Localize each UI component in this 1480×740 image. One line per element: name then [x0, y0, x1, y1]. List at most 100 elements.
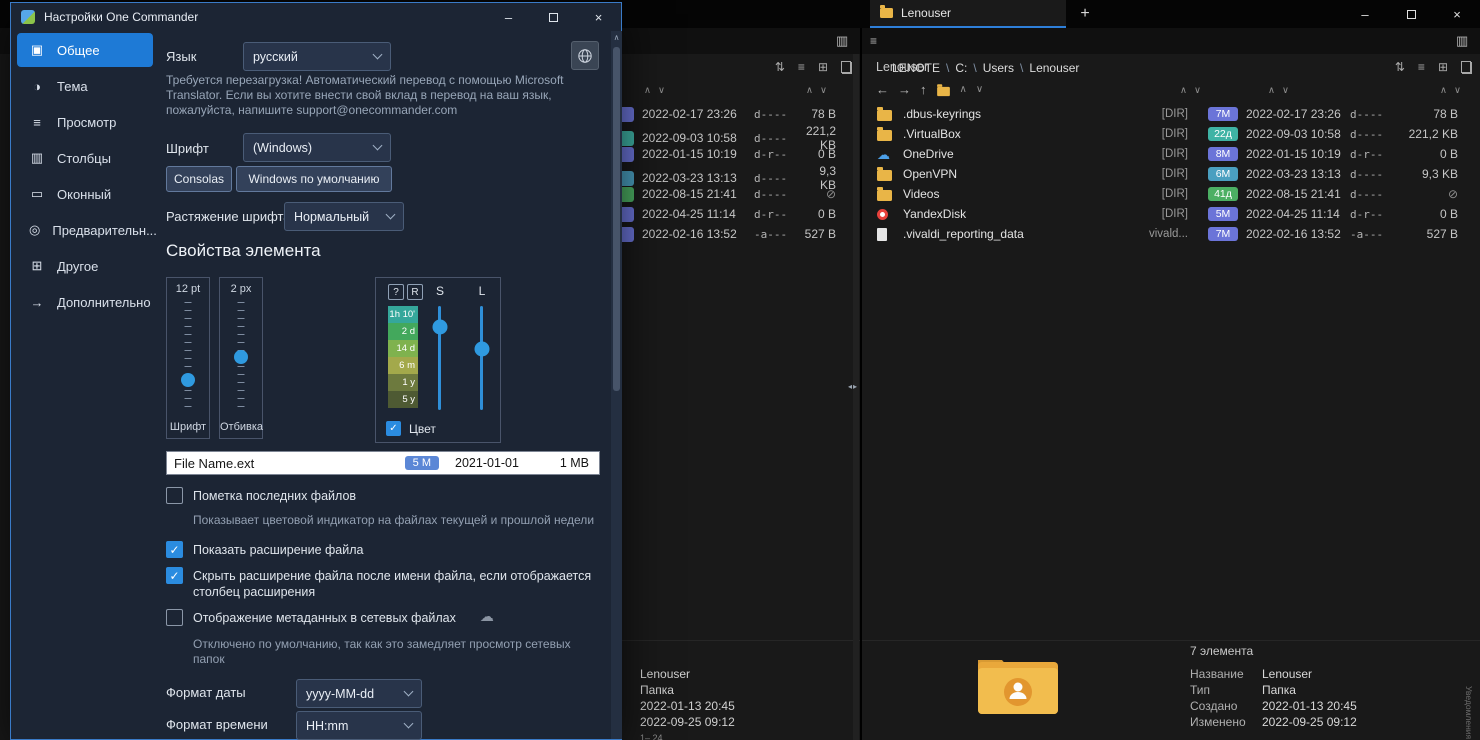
view-options-icon[interactable]: ≡ [1418, 60, 1425, 74]
sort-asc-icon[interactable]: ∧ [960, 84, 967, 95]
file-size: 0 B [1398, 147, 1458, 161]
tab-lenouser[interactable]: Lenouser [870, 0, 1066, 28]
copy-path-icon[interactable] [1461, 61, 1472, 74]
maximize-button[interactable] [1388, 0, 1434, 28]
help-button[interactable]: ? [388, 284, 404, 300]
consolas-button[interactable]: Consolas [166, 166, 232, 192]
breadcrumb-item[interactable]: C: [955, 61, 967, 75]
sort-asc-icon[interactable]: ∧ [1180, 85, 1187, 96]
time-format-dropdown[interactable]: HH:mm [296, 711, 422, 740]
language-dropdown[interactable]: русский [243, 42, 391, 71]
pane-divider-grip[interactable]: ◂ ▸ [848, 382, 857, 391]
columns-icon[interactable]: ▥ [836, 33, 848, 49]
saturation-label: S [432, 284, 448, 298]
translate-button[interactable] [571, 41, 599, 70]
mark-recent-files-checkbox[interactable] [166, 487, 183, 504]
sort-asc-icon[interactable]: ∧ [644, 85, 651, 96]
show-extension-checkbox[interactable] [166, 541, 183, 558]
detail-key: Создано [1190, 699, 1262, 713]
notifications-label[interactable]: Уведомления [1464, 686, 1474, 739]
sort-asc-icon[interactable]: ∧ [1440, 85, 1447, 96]
scroll-up-icon[interactable]: ∧ [611, 33, 622, 42]
file-row[interactable]: .vivaldi_reporting_data vivald... 7М 202… [862, 224, 1472, 244]
file-row[interactable]: YandexDisk [DIR] 5М 2022-04-25 11:14 d-r… [862, 204, 1472, 224]
settings-window: Настройки One Commander – × ▣ Общее ◑ Те… [10, 2, 622, 740]
copy-path-icon[interactable] [841, 61, 852, 74]
sidebar-item-view[interactable]: ≡ Просмотр [17, 105, 153, 139]
file-size: 527 B [800, 227, 836, 241]
sort-icon[interactable]: ⇅ [1395, 60, 1405, 74]
add-pane-icon[interactable]: ⊞ [818, 60, 828, 74]
breadcrumb-item[interactable]: Lenouser [1029, 61, 1079, 75]
sort-desc-icon[interactable]: ∨ [1454, 85, 1461, 96]
file-attrs: d---- [754, 132, 792, 145]
view-options-icon[interactable]: ≡ [798, 60, 805, 74]
recent-locations-icon[interactable]: ≡ [870, 34, 877, 48]
close-button[interactable]: × [576, 3, 621, 31]
sort-desc-icon[interactable]: ∨ [976, 84, 983, 95]
network-metadata-checkbox[interactable] [166, 609, 183, 626]
font-size-slider-thumb[interactable] [181, 373, 195, 387]
pane-divider[interactable] [860, 28, 862, 740]
reset-button[interactable]: R [407, 284, 423, 300]
file-row[interactable]: Videos [DIR] 41д 2022-08-15 21:41 d---- … [862, 184, 1472, 204]
file-row[interactable]: .VirtualBox [DIR] 22д 2022-09-03 10:58 d… [862, 124, 1472, 144]
file-row[interactable]: 2022-04-25 11:14 d-r-- 0 B [620, 204, 860, 224]
folder-tree-icon[interactable] [937, 86, 950, 95]
maximize-button[interactable] [531, 3, 576, 31]
file-type: [DIR] [1130, 128, 1188, 140]
breadcrumb-item[interactable]: Users [983, 61, 1014, 75]
forward-icon[interactable]: → [898, 82, 911, 97]
windows-default-button[interactable]: Windows по умолчанию [236, 166, 392, 192]
sort-asc-icon[interactable]: ∧ [1268, 85, 1275, 96]
date-format-dropdown[interactable]: yyyy-MM-dd [296, 679, 422, 708]
file-row[interactable]: 2022-01-15 10:19 d-r-- 0 B [620, 144, 860, 164]
sidebar-item-window[interactable]: ▭ Оконный [17, 177, 153, 211]
sidebar-item-other[interactable]: ⊞ Другое [17, 249, 153, 283]
up-icon[interactable]: ↑ [920, 82, 927, 97]
yandex-disk-icon [877, 209, 888, 220]
saturation-slider-thumb[interactable] [432, 320, 447, 335]
luminance-slider[interactable] [480, 306, 483, 410]
minimize-button[interactable]: – [1342, 0, 1388, 28]
font-dropdown[interactable]: (Windows) [243, 133, 391, 162]
left-pane-scrollbar[interactable] [853, 54, 859, 740]
sidebar-item-advanced[interactable]: → Дополнительно [17, 285, 153, 319]
sidebar-item-theme[interactable]: ◑ Тема [17, 69, 153, 103]
minimize-button[interactable]: – [486, 3, 531, 31]
file-row[interactable]: 2022-02-17 23:26 d---- 78 B [620, 104, 860, 124]
file-row[interactable]: ☁ OneDrive [DIR] 8М 2022-01-15 10:19 d-r… [862, 144, 1472, 164]
sort-desc-icon[interactable]: ∨ [658, 85, 665, 96]
sidebar-item-columns[interactable]: ▥ Столбцы [17, 141, 153, 175]
settings-scrollbar-thumb[interactable] [613, 47, 620, 391]
add-pane-icon[interactable]: ⊞ [1438, 60, 1448, 74]
file-row[interactable]: OpenVPN [DIR] 6М 2022-03-23 13:13 d---- … [862, 164, 1472, 184]
file-row[interactable]: 2022-02-16 13:52 -a--- 527 B [620, 224, 860, 244]
columns-icon[interactable]: ▥ [1456, 33, 1468, 49]
right-file-list: .dbus-keyrings [DIR] 7М 2022-02-17 23:26… [862, 104, 1472, 244]
language-label: Язык [166, 49, 196, 64]
slider-track[interactable] [185, 302, 192, 414]
sort-icon[interactable]: ⇅ [775, 60, 785, 74]
columns-icon: ▥ [29, 150, 45, 166]
back-icon[interactable]: ← [876, 82, 889, 97]
file-row[interactable]: .dbus-keyrings [DIR] 7М 2022-02-17 23:26… [862, 104, 1472, 124]
language-value: русский [253, 50, 298, 64]
new-tab-button[interactable]: + [1072, 0, 1098, 28]
padding-slider-thumb[interactable] [234, 350, 248, 364]
sidebar-item-preview[interactable]: ◎ Предварительн... [17, 213, 153, 247]
close-button[interactable]: × [1434, 0, 1480, 28]
sidebar-item-general[interactable]: ▣ Общее [17, 33, 153, 67]
sort-desc-icon[interactable]: ∨ [1282, 85, 1289, 96]
file-row[interactable]: 2022-08-15 21:41 d---- ⊘ [620, 184, 860, 204]
color-checkbox[interactable] [386, 421, 401, 436]
font-stretch-dropdown[interactable]: Нормальный [284, 202, 404, 231]
sort-desc-icon[interactable]: ∨ [1194, 85, 1201, 96]
sort-desc-icon[interactable]: ∨ [820, 85, 827, 96]
luminance-slider-thumb[interactable] [474, 342, 489, 357]
preview-size: 1 MB [535, 456, 599, 470]
hide-extension-checkbox[interactable] [166, 567, 183, 584]
file-row[interactable]: 2022-09-03 10:58 d---- 221,2 KB [620, 124, 860, 144]
sort-asc-icon[interactable]: ∧ [806, 85, 813, 96]
file-row[interactable]: 2022-03-23 13:13 d---- 9,3 KB [620, 164, 860, 184]
